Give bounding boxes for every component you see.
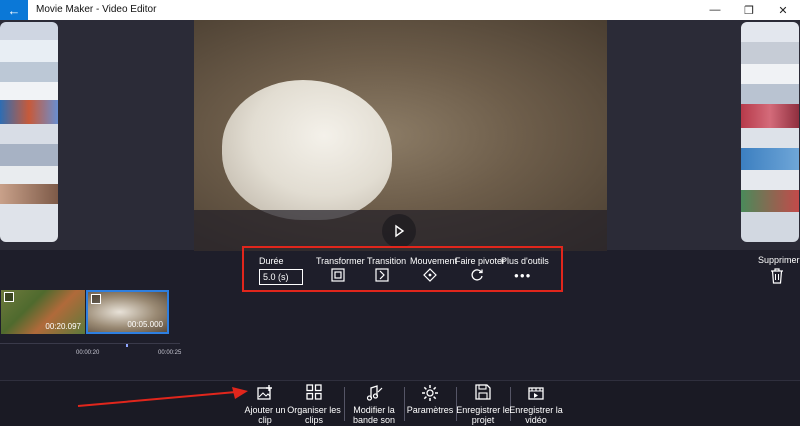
- play-icon: [395, 224, 405, 238]
- more-tools-label: Plus d'outils: [501, 256, 549, 266]
- edit-soundtrack-label: Modifier la bande son: [352, 405, 396, 425]
- transform-icon[interactable]: [331, 268, 345, 282]
- duration-input[interactable]: [259, 269, 303, 285]
- time-tick: 00:00:25: [158, 350, 182, 356]
- window-title: Movie Maker - Video Editor: [36, 4, 157, 15]
- trash-icon[interactable]: [770, 268, 784, 284]
- add-image-icon: [257, 385, 272, 400]
- toolbar-divider: [344, 387, 345, 421]
- minimize-icon: —: [709, 4, 721, 16]
- more-tools-icon[interactable]: ●●●: [514, 271, 532, 280]
- floppy-disk-icon: [475, 384, 491, 400]
- close-icon: ✕: [778, 4, 788, 17]
- move-icon[interactable]: [423, 268, 437, 282]
- back-button[interactable]: ←: [0, 0, 28, 20]
- time-tick: 00:00:20: [76, 350, 100, 356]
- save-project-button[interactable]: Enregistrer le projet: [456, 381, 510, 426]
- movement-label: Mouvement: [410, 256, 458, 266]
- duration-label: Durée: [259, 256, 284, 266]
- film-export-icon: [528, 387, 544, 400]
- save-project-label: Enregistrer le projet: [456, 405, 510, 425]
- grid-icon: [306, 384, 322, 400]
- video-preview[interactable]: [194, 20, 607, 251]
- transform-label: Transformer: [316, 256, 365, 266]
- maximize-icon: ❐: [744, 4, 754, 17]
- gear-icon: [422, 385, 438, 401]
- playhead-marker[interactable]: [126, 344, 128, 347]
- delete-label: Supprimer: [758, 255, 800, 265]
- settings-label: Paramètres: [406, 405, 454, 415]
- annotation-arrow-icon: [77, 387, 248, 407]
- hamster-image: [222, 80, 392, 220]
- arrow-left-icon: ←: [7, 2, 21, 18]
- close-button[interactable]: ✕: [766, 0, 800, 20]
- rotate-label: Faire pivoter: [455, 256, 506, 266]
- timeline-clip-1[interactable]: 00:20.097: [1, 290, 85, 334]
- transition-label: Transition: [367, 256, 407, 266]
- save-video-button[interactable]: Enregistrer la vidéo: [508, 381, 564, 426]
- clip-type-icon: [91, 294, 101, 304]
- music-edit-icon: [366, 385, 383, 401]
- save-video-label: Enregistrer la vidéo: [509, 405, 563, 425]
- timeline-clip-2[interactable]: 00:05.000: [86, 290, 169, 334]
- minimize-button[interactable]: —: [698, 0, 732, 20]
- maximize-button[interactable]: ❐: [732, 0, 766, 20]
- rotate-icon[interactable]: [470, 268, 484, 282]
- clip-duration: 00:20.097: [45, 322, 81, 331]
- settings-button[interactable]: Paramètres: [404, 381, 456, 426]
- clip-duration: 00:05.000: [127, 320, 163, 329]
- arrange-clips-button[interactable]: Organiser les clips: [286, 381, 342, 426]
- previous-clip-thumbnail[interactable]: [0, 22, 58, 242]
- clip-tools-panel: Durée Transformer Transition Mouvement F…: [242, 246, 563, 292]
- edit-soundtrack-button[interactable]: Modifier la bande son: [346, 381, 402, 426]
- timeline-ruler: [0, 343, 180, 344]
- play-button[interactable]: [382, 214, 416, 248]
- clip-type-icon: [4, 292, 14, 302]
- title-bar: ← Movie Maker - Video Editor — ❐ ✕: [0, 0, 800, 20]
- next-clip-thumbnail[interactable]: [741, 22, 799, 242]
- transition-icon[interactable]: [375, 268, 389, 282]
- arrange-clips-label: Organiser les clips: [287, 405, 341, 425]
